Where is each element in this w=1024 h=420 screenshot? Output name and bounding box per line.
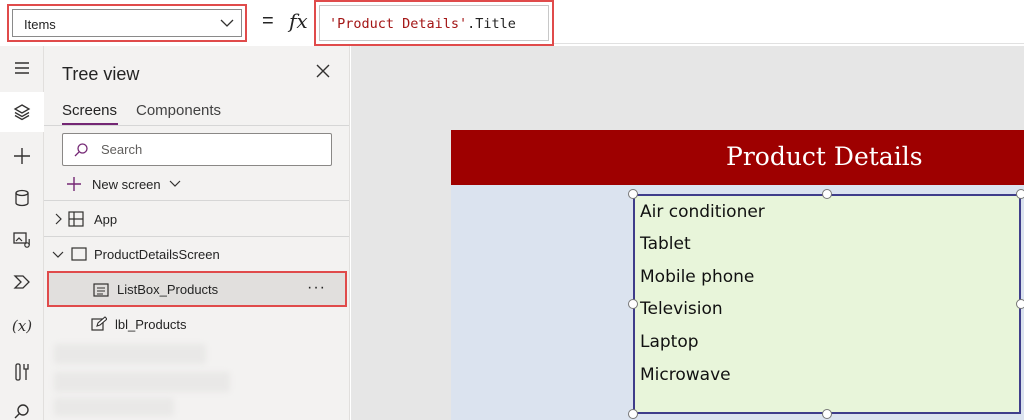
resize-handle-bottom[interactable]	[822, 409, 832, 419]
tree-item-app[interactable]: App	[44, 202, 349, 236]
hamburger-icon[interactable]	[6, 52, 38, 84]
tree-divider	[44, 200, 349, 201]
blurred-tree-item	[54, 372, 230, 392]
app-grid-icon	[68, 211, 84, 227]
search-input[interactable]	[101, 142, 301, 157]
formula-text: 'Product Details'.Title	[329, 16, 516, 32]
media-icon[interactable]	[6, 224, 38, 256]
list-item[interactable]: Television	[640, 299, 723, 319]
tree-item-listbox-products[interactable]: ListBox_Products ···	[47, 271, 347, 307]
property-dropdown-inner: Items	[12, 9, 242, 37]
chevron-down-icon[interactable]	[52, 248, 64, 260]
tools-icon[interactable]	[6, 356, 38, 388]
formula-property-ref: .Title	[467, 16, 516, 32]
design-canvas: Product Details Air conditioner Tablet M…	[351, 46, 1024, 420]
formula-input-inner: 'Product Details'.Title	[319, 5, 549, 41]
tree-item-productdetailsscreen[interactable]: ProductDetailsScreen	[44, 237, 349, 271]
power-automate-icon[interactable]	[6, 266, 38, 298]
variables-glyph: (x)	[11, 317, 33, 335]
tree-view-panel: Tree view Screens Components New screen …	[44, 46, 350, 420]
header-bar: Product Details	[451, 130, 1024, 185]
fx-icon[interactable]: fx	[289, 9, 308, 33]
new-screen-button[interactable]: New screen	[66, 174, 181, 194]
tree-item-label: App	[94, 212, 118, 227]
more-options-icon[interactable]: ···	[307, 279, 326, 297]
formula-input[interactable]: 'Product Details'.Title	[314, 0, 554, 46]
layers-icon[interactable]	[0, 92, 44, 132]
header-title: Product Details	[726, 142, 923, 171]
list-item[interactable]: Laptop	[640, 332, 699, 352]
resize-handle-left[interactable]	[628, 299, 638, 309]
list-item[interactable]: Air conditioner	[640, 202, 765, 222]
tabs-divider	[44, 125, 349, 126]
app-screen-preview[interactable]: Product Details Air conditioner Tablet M…	[451, 130, 1024, 420]
chevron-down-icon	[169, 180, 181, 187]
variables-icon[interactable]: (x)	[6, 310, 38, 342]
list-item[interactable]: Tablet	[640, 234, 691, 254]
resize-handle-top[interactable]	[822, 189, 832, 199]
data-icon[interactable]	[6, 182, 38, 214]
new-screen-label: New screen	[92, 176, 161, 192]
property-dropdown-value: Items	[24, 17, 56, 32]
formula-bar: Items = fx 'Product Details'.Title	[0, 0, 1024, 46]
resize-handle-top-right[interactable]	[1016, 189, 1024, 199]
screen-icon	[71, 247, 87, 261]
list-item[interactable]: Mobile phone	[640, 267, 754, 287]
left-rail: (x)	[0, 46, 44, 420]
edit-label-icon	[91, 316, 107, 331]
property-dropdown[interactable]: Items	[7, 4, 247, 42]
resize-handle-right[interactable]	[1016, 299, 1024, 309]
listbox-icon	[93, 283, 109, 297]
tree-item-lbl-products[interactable]: lbl_Products	[44, 307, 349, 341]
plus-icon	[67, 177, 81, 191]
tab-screens[interactable]: Screens	[62, 102, 117, 119]
search-box[interactable]	[62, 133, 332, 166]
tree-item-label: ProductDetailsScreen	[94, 247, 220, 262]
tree-item-label: lbl_Products	[115, 317, 187, 332]
resize-handle-bottom-left[interactable]	[628, 409, 638, 419]
equals-sign: =	[262, 10, 274, 32]
search-icon	[74, 143, 88, 157]
tab-components[interactable]: Components	[136, 102, 221, 119]
chevron-right-icon[interactable]	[52, 213, 64, 225]
resize-handle-top-left[interactable]	[628, 189, 638, 199]
formula-string-literal: 'Product Details'	[329, 16, 468, 32]
close-icon[interactable]	[314, 62, 332, 80]
listbox-products[interactable]: Air conditioner Tablet Mobile phone Tele…	[633, 194, 1021, 414]
blurred-tree-item	[54, 398, 174, 416]
tree-item-label: ListBox_Products	[117, 282, 219, 297]
formula-bar-underline	[554, 43, 1024, 44]
plus-icon[interactable]	[6, 140, 38, 172]
tree-view-title: Tree view	[62, 64, 140, 84]
blurred-tree-item	[54, 344, 206, 364]
search-icon[interactable]	[6, 396, 38, 420]
list-item[interactable]: Microwave	[640, 365, 731, 385]
chevron-down-icon	[220, 19, 234, 27]
